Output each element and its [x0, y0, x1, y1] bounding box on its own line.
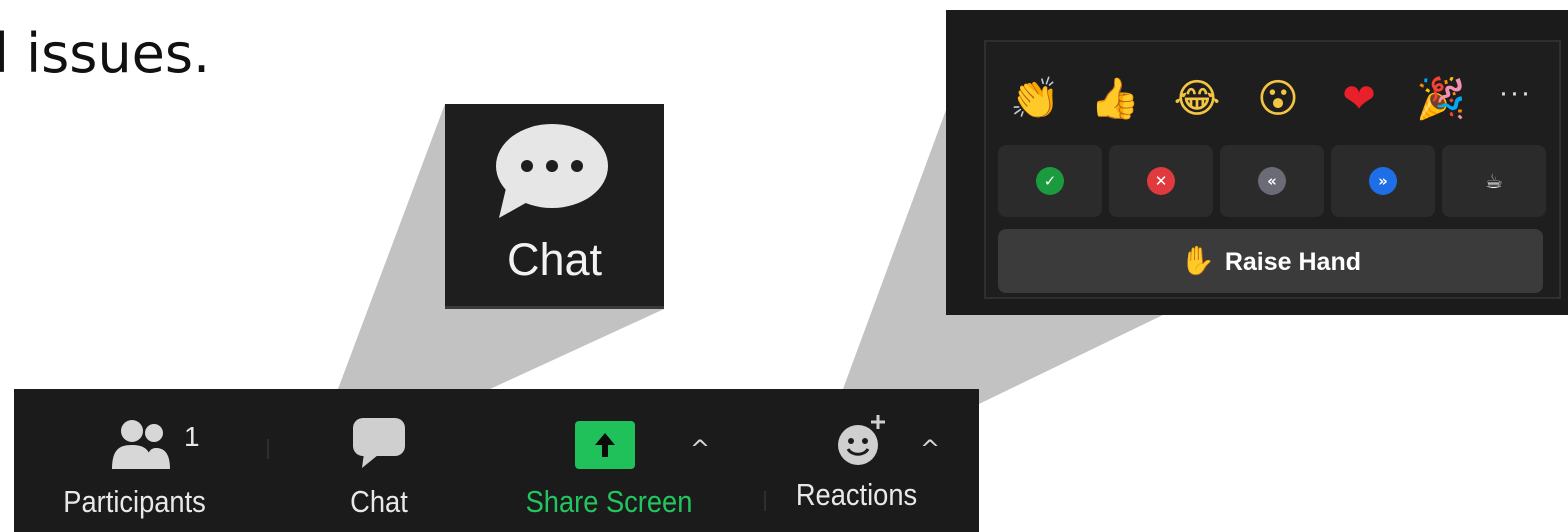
share-screen-label: Share Screen: [525, 484, 693, 519]
share-screen-options-chevron-up-icon[interactable]: ^: [690, 437, 710, 461]
reactions-button[interactable]: Reactions: [784, 389, 929, 532]
chat-zoom-label: Chat: [506, 234, 603, 285]
add-reaction-icon: [838, 415, 885, 465]
reactions-zoom-panel: 👏 👍 😂 😮 ❤ 🎉 ··· ✓ ✕ « » ☕ ✋ Raise Hand: [946, 10, 1568, 315]
toolbar-divider: [764, 491, 766, 511]
participants-label: Participants: [63, 484, 206, 519]
toolbar-divider: [267, 439, 269, 459]
participants-button[interactable]: 1 Participants: [54, 389, 209, 532]
participants-icon: [112, 420, 170, 469]
reactions-label: Reactions: [795, 477, 918, 512]
check-icon: ✓: [1036, 167, 1064, 195]
coffee-icon: ☕: [1480, 167, 1508, 195]
status-row: ✓ ✕ « » ☕: [998, 145, 1548, 217]
chat-bubble-icon: [496, 124, 608, 218]
chat-label: Chat: [350, 484, 408, 519]
meeting-toolbar: 1 Participants Chat Share Screen ^ React…: [14, 389, 979, 532]
no-button[interactable]: ✕: [1109, 145, 1213, 217]
raise-hand-label: Raise Hand: [1224, 248, 1362, 276]
participant-count: 1: [184, 421, 200, 452]
tears-of-joy-emoji-button[interactable]: 😂: [1162, 64, 1232, 134]
open-mouth-emoji-button[interactable]: 😮: [1243, 64, 1313, 134]
raised-hand-icon: ✋: [1179, 244, 1215, 277]
x-icon: ✕: [1147, 167, 1175, 195]
raise-hand-button[interactable]: ✋ Raise Hand: [998, 229, 1543, 293]
coffee-button[interactable]: ☕: [1442, 145, 1546, 217]
fast-forward-icon: »: [1369, 167, 1397, 195]
speed-up-button[interactable]: »: [1331, 145, 1435, 217]
share-screen-button[interactable]: Share Screen: [509, 389, 709, 532]
reactions-popup: 👏 👍 😂 😮 ❤ 🎉 ··· ✓ ✕ « » ☕ ✋ Raise Hand: [984, 40, 1561, 299]
party-popper-emoji-button[interactable]: 🎉: [1406, 64, 1476, 134]
chat-button[interactable]: Chat: [324, 389, 434, 532]
slow-down-button[interactable]: «: [1220, 145, 1324, 217]
share-screen-icon: [575, 421, 635, 469]
chat-icon: [353, 418, 405, 468]
emoji-row: 👏 👍 😂 😮 ❤ 🎉 ···: [998, 64, 1558, 134]
more-reactions-button[interactable]: ···: [1490, 64, 1540, 134]
rewind-icon: «: [1258, 167, 1286, 195]
chat-zoom-panel: Chat: [445, 104, 664, 309]
red-heart-emoji-button[interactable]: ❤: [1324, 64, 1394, 134]
clapping-hands-emoji-button[interactable]: 👏: [1000, 64, 1070, 134]
yes-button[interactable]: ✓: [998, 145, 1102, 217]
reactions-options-chevron-up-icon[interactable]: ^: [920, 437, 940, 461]
thumbs-up-emoji-button[interactable]: 👍: [1080, 64, 1150, 134]
